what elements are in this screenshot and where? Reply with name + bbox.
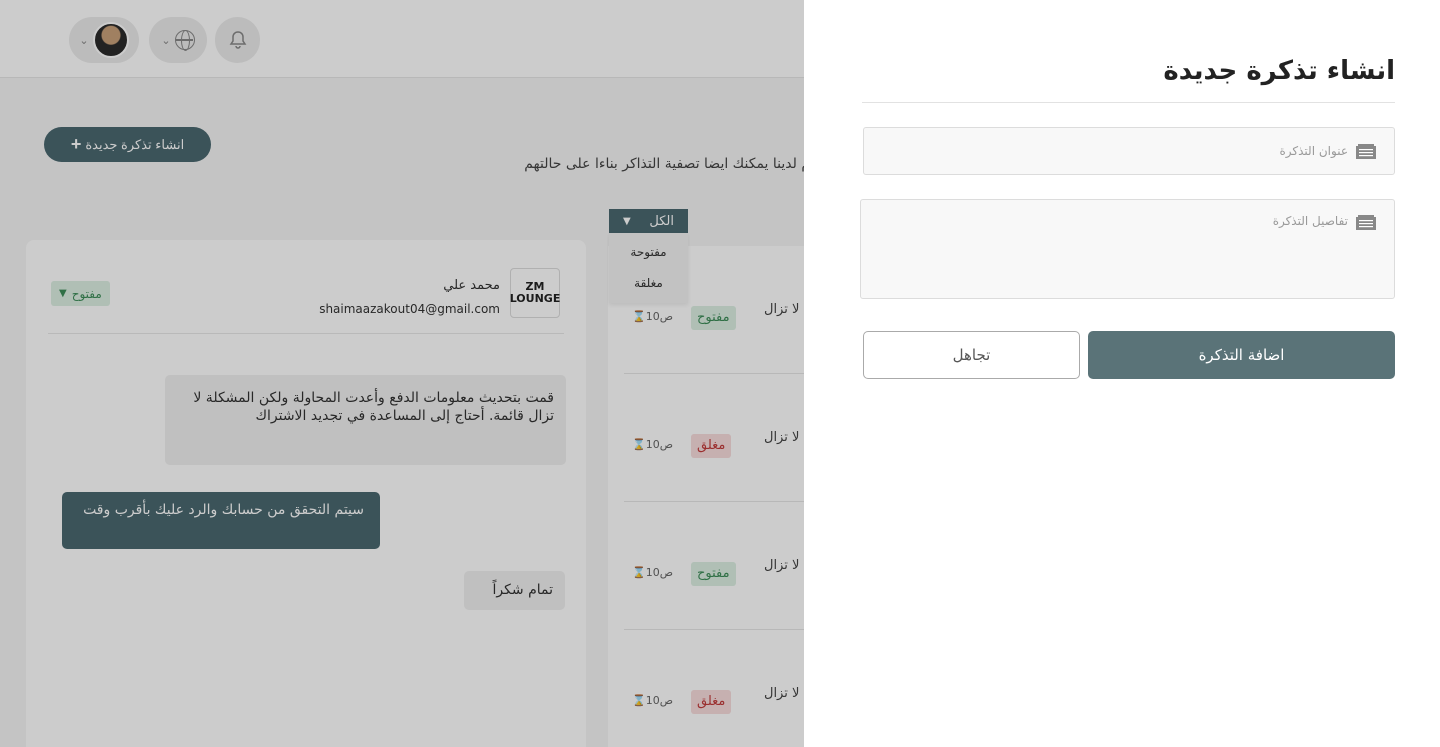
ignore-button[interactable]: تجاهل: [863, 331, 1080, 379]
new-ticket-drawer: انشاء تذكرة جديدة اضافة التذكرة تجاهل: [804, 0, 1440, 747]
ticket-icon: [1356, 215, 1376, 230]
ticket-icon: [1356, 144, 1376, 159]
ticket-details-field: [860, 199, 1395, 299]
divider: [862, 102, 1395, 103]
ticket-details-input[interactable]: [861, 200, 1394, 298]
ticket-title-field: [863, 127, 1395, 175]
add-ticket-button[interactable]: اضافة التذكرة: [1088, 331, 1395, 379]
ticket-title-input[interactable]: [864, 128, 1394, 174]
drawer-title: انشاء تذكرة جديدة: [1163, 56, 1395, 86]
